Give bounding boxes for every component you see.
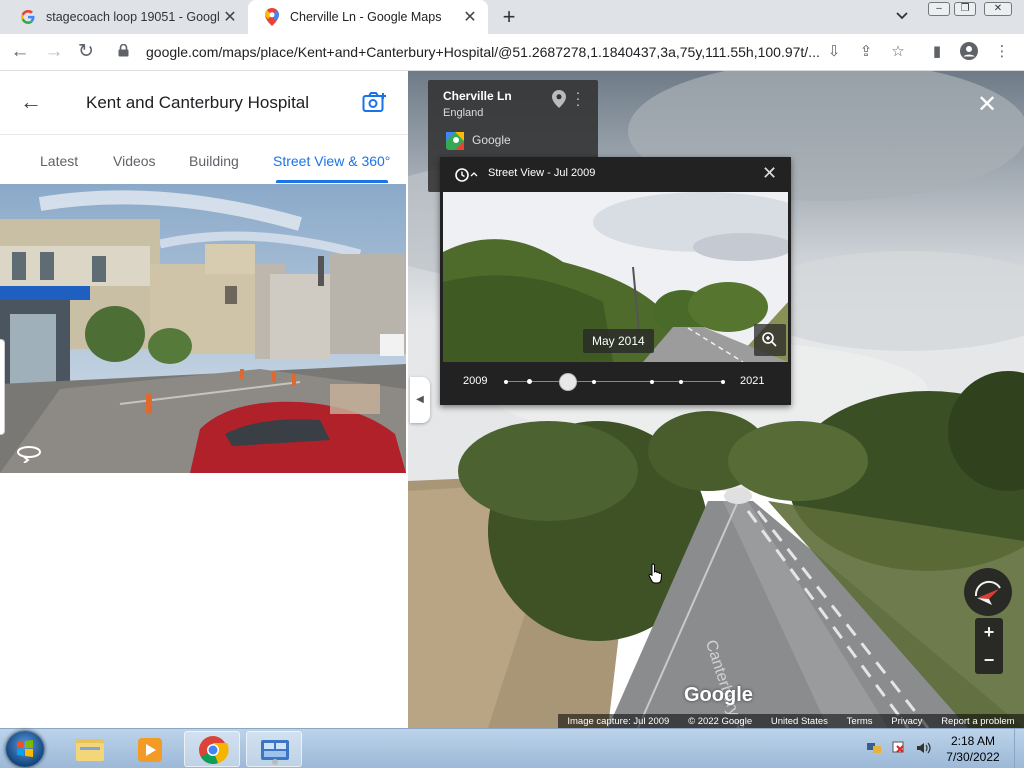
network-tray-icon[interactable] bbox=[866, 741, 882, 755]
file-explorer-icon[interactable] bbox=[62, 731, 118, 767]
rotate-360-icon bbox=[14, 443, 44, 464]
back-arrow-icon[interactable]: ← bbox=[8, 40, 32, 64]
timeline-point[interactable] bbox=[650, 380, 654, 384]
close-tab-icon[interactable]: ✕ bbox=[460, 7, 480, 27]
place-title: Kent and Canterbury Hospital bbox=[86, 93, 310, 112]
zoom-control: + − bbox=[975, 618, 1003, 674]
google-watermark: Google bbox=[684, 684, 753, 706]
back-arrow-icon[interactable]: ← bbox=[20, 89, 42, 115]
remote-desktop-icon[interactable] bbox=[246, 731, 302, 767]
restore-icon[interactable]: ❐ bbox=[954, 2, 976, 16]
address-url: google.com/maps/place/Kent+and+Canterbur… bbox=[146, 44, 820, 60]
timeline-track[interactable] bbox=[506, 381, 723, 382]
close-street-view-icon[interactable]: ✕ bbox=[977, 90, 997, 119]
privacy-link[interactable]: Privacy bbox=[891, 716, 922, 727]
show-desktop-button[interactable] bbox=[1014, 729, 1024, 768]
tab-videos[interactable]: Videos bbox=[113, 153, 156, 169]
map-pin-icon[interactable] bbox=[552, 90, 566, 108]
time-travel-panel: Street View - Jul 2009 ✕ May 2014 2009 2… bbox=[440, 157, 791, 405]
address-bar[interactable]: google.com/maps/place/Kent+and+Canterbur… bbox=[108, 37, 820, 67]
expand-zoom-icon[interactable] bbox=[754, 324, 786, 356]
google-maps-logo-icon bbox=[446, 132, 464, 150]
terms-link[interactable]: Terms bbox=[847, 716, 873, 727]
timeline-point[interactable] bbox=[721, 380, 725, 384]
tab-building[interactable]: Building bbox=[189, 153, 239, 169]
close-window-icon[interactable]: ✕ bbox=[984, 2, 1012, 16]
share-icon[interactable]: ⇪ bbox=[856, 42, 876, 62]
tab-title: Cherville Ln - Google Maps bbox=[290, 10, 442, 24]
maps-pin-icon bbox=[264, 8, 280, 26]
divider bbox=[0, 134, 408, 135]
tab-cherville-maps[interactable]: Cherville Ln - Google Maps ✕ bbox=[248, 0, 488, 34]
hospital-street-view-photo[interactable] bbox=[0, 184, 406, 473]
add-photo-icon[interactable] bbox=[362, 91, 388, 113]
google-g-icon bbox=[20, 9, 36, 25]
clock-time: 2:18 AM bbox=[950, 734, 996, 748]
new-tab-button[interactable]: + bbox=[496, 4, 522, 30]
browser-tab-bar: stagecoach loop 19051 - Google ✕ Chervil… bbox=[0, 0, 1024, 34]
tab-title: stagecoach loop 19051 - Google bbox=[46, 10, 220, 24]
clock-date: 7/30/2022 bbox=[946, 750, 1000, 764]
profile-avatar-icon[interactable] bbox=[959, 42, 979, 62]
forward-arrow-icon[interactable]: → bbox=[42, 40, 66, 64]
map-footer: Image capture: Jul 2009 © 2022 Google Un… bbox=[558, 714, 1024, 728]
side-panel-icon[interactable]: ▮ bbox=[927, 42, 947, 62]
tab-latest[interactable]: Latest bbox=[40, 153, 78, 169]
historical-thumbnail[interactable]: May 2014 bbox=[443, 192, 788, 362]
taskbar-clock[interactable]: 2:18 AM 7/30/2022 bbox=[940, 733, 1006, 765]
media-player-icon[interactable] bbox=[122, 731, 178, 767]
location-title: Cherville Ln bbox=[443, 89, 512, 103]
timeline-point[interactable] bbox=[527, 379, 532, 384]
close-icon[interactable]: ✕ bbox=[762, 163, 777, 184]
timeline-point[interactable] bbox=[504, 380, 508, 384]
bookmark-star-icon[interactable]: ☆ bbox=[888, 42, 908, 62]
volume-icon[interactable] bbox=[915, 741, 931, 755]
browser-toolbar: ← → ↻ google.com/maps/place/Kent+and+Can… bbox=[0, 34, 1024, 71]
zoom-out-button[interactable]: − bbox=[975, 646, 1003, 674]
action-center-flag-icon[interactable] bbox=[891, 741, 907, 755]
tab-stagecoach-search[interactable]: stagecoach loop 19051 - Google ✕ bbox=[4, 0, 248, 34]
chrome-taskbar-icon[interactable] bbox=[184, 731, 240, 767]
hand-cursor-icon bbox=[648, 562, 664, 584]
timeline-point[interactable] bbox=[592, 380, 596, 384]
timeline-end-year: 2021 bbox=[740, 375, 765, 387]
thumbnail-date-label: May 2014 bbox=[583, 329, 654, 353]
windows-taskbar: 2:18 AM 7/30/2022 bbox=[0, 728, 1024, 768]
lock-icon bbox=[118, 43, 134, 60]
start-button-icon[interactable] bbox=[6, 731, 44, 767]
photo-scroll-handle[interactable] bbox=[0, 339, 5, 435]
install-app-icon[interactable]: ⇩ bbox=[824, 42, 844, 62]
zoom-in-button[interactable]: + bbox=[975, 618, 1003, 646]
timeline-start-year: 2009 bbox=[463, 375, 488, 387]
tab-search-chevron-icon[interactable] bbox=[896, 8, 908, 23]
reload-icon[interactable]: ↻ bbox=[74, 40, 98, 64]
history-clock-icon[interactable] bbox=[454, 167, 478, 183]
place-panel: ← Kent and Canterbury Hospital Latest Vi… bbox=[0, 71, 408, 728]
compass-icon[interactable] bbox=[964, 568, 1012, 616]
location-subtitle: England bbox=[443, 107, 484, 119]
collapse-panel-button[interactable]: ◀ bbox=[410, 377, 430, 423]
active-tab-indicator bbox=[276, 180, 388, 183]
region-link[interactable]: United States bbox=[771, 716, 828, 727]
report-problem-link[interactable]: Report a problem bbox=[941, 716, 1014, 727]
minimize-icon[interactable]: ‒ bbox=[928, 2, 950, 16]
chrome-menu-icon[interactable]: ⋮ bbox=[992, 42, 1012, 62]
timeline-slider-knob[interactable] bbox=[559, 373, 577, 391]
image-capture-date: Image capture: Jul 2009 bbox=[567, 715, 670, 727]
timeline-point[interactable] bbox=[679, 380, 683, 384]
copyright: © 2022 Google bbox=[688, 715, 753, 727]
time-panel-title: Street View - Jul 2009 bbox=[488, 167, 596, 179]
tab-street-view-360[interactable]: Street View & 360° bbox=[273, 153, 390, 169]
close-tab-icon[interactable]: ✕ bbox=[220, 7, 240, 27]
more-options-icon[interactable]: · · · bbox=[574, 85, 582, 111]
provider-label: Google bbox=[472, 133, 511, 147]
